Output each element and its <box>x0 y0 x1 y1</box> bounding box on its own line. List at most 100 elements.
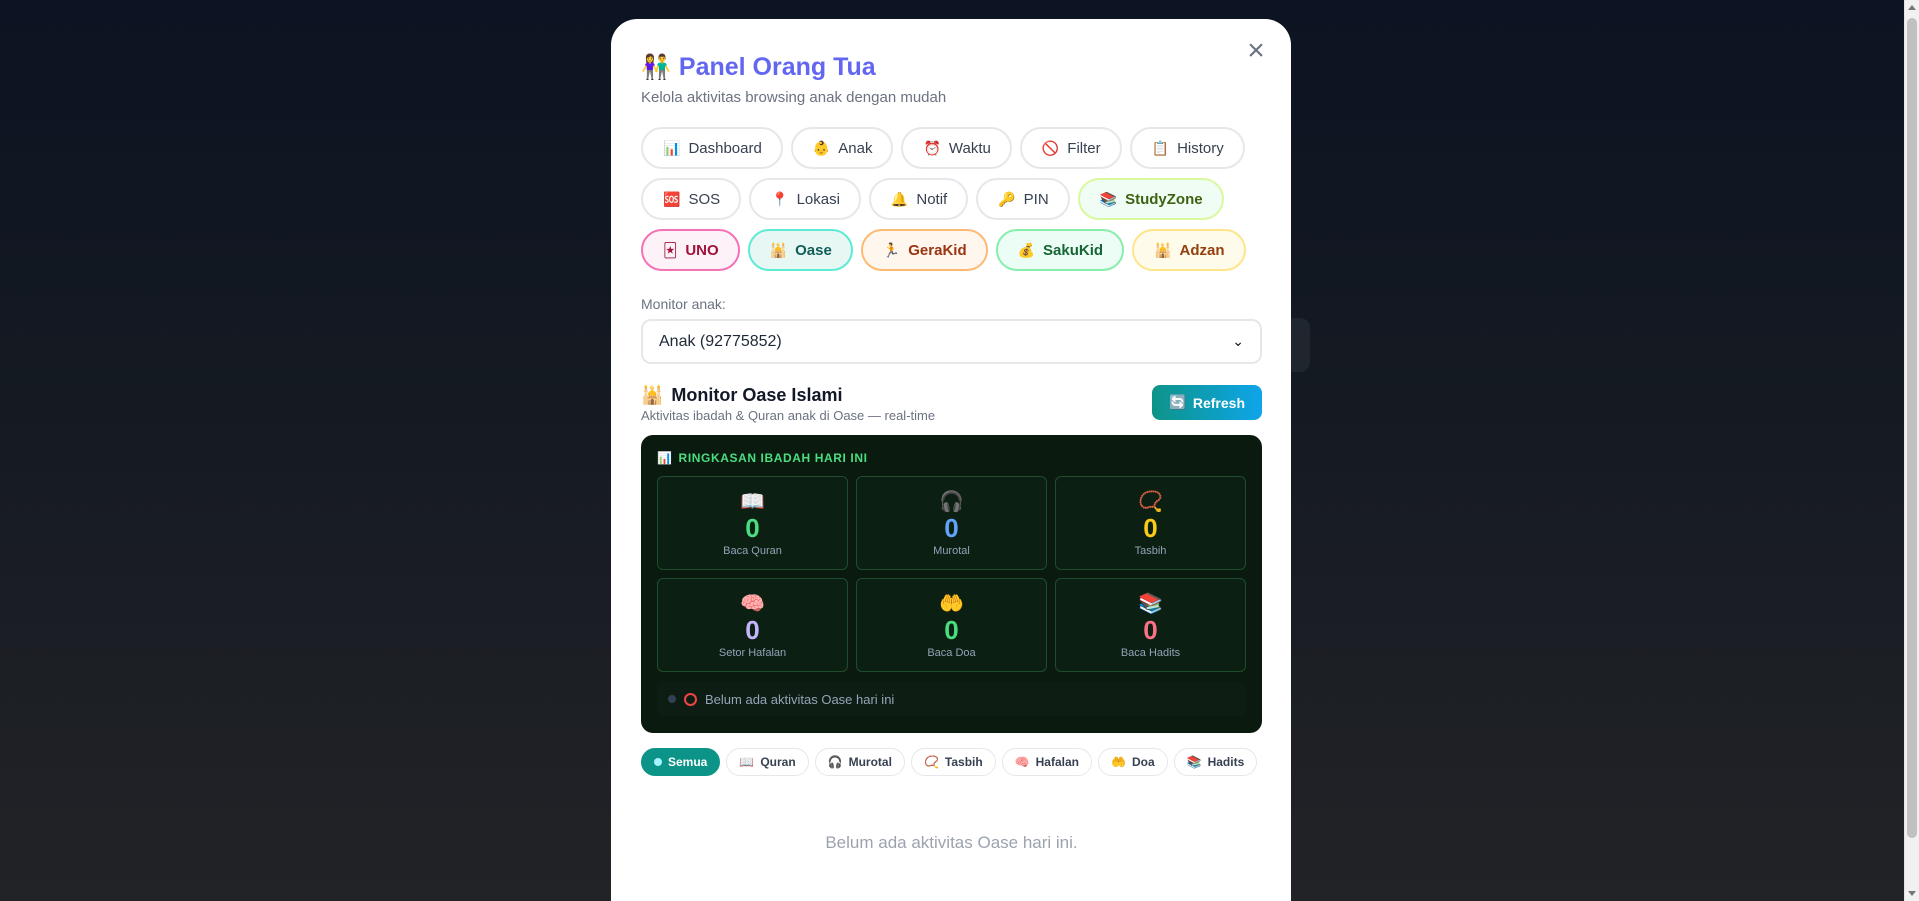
parent-panel-modal: × 👫 Panel Orang Tua Kelola aktivitas bro… <box>611 19 1291 901</box>
section-header: 🕌 Monitor Oase Islami Aktivitas ibadah &… <box>641 385 1262 423</box>
scrollbar-thumb[interactable] <box>1907 18 1917 838</box>
tab-pin[interactable]: 🔑 PIN <box>976 178 1070 220</box>
card-icon: 🃏 <box>663 241 678 258</box>
chart-icon: 📊 <box>657 451 673 465</box>
filter-label: Doa <box>1131 755 1155 769</box>
stat-label: Tasbih <box>1134 545 1167 557</box>
tab-label: SakuKid <box>1043 241 1104 259</box>
books-icon: 📚 <box>1138 593 1163 615</box>
tab-label: History <box>1177 139 1224 157</box>
tab-bar: 📊 Dashboard 👶 Anak ⏰ Waktu 🚫 Filter 📋 History… <box>641 127 1251 271</box>
stat-value: 0 <box>745 513 760 543</box>
backdrop-panel <box>1290 318 1310 372</box>
tab-label: Anak <box>838 139 873 157</box>
section-title-text: Monitor Oase Islami <box>671 385 843 405</box>
tab-history[interactable]: 📋 History <box>1129 127 1245 169</box>
bell-icon: 🔔 <box>890 190 909 207</box>
filter-doa[interactable]: 🤲 Doa <box>1098 748 1168 776</box>
chevron-down-icon: ⌄ <box>1232 333 1244 349</box>
open-book-icon: 📖 <box>739 755 755 769</box>
tab-notif[interactable]: 🔔 Notif <box>868 178 969 220</box>
close-icon[interactable]: × <box>1243 36 1269 66</box>
child-select-value: Anak (92775852) <box>659 332 782 350</box>
tab-studyzone[interactable]: 📚 StudyZone <box>1077 178 1224 220</box>
chart-icon: 📊 <box>663 139 681 156</box>
empty-circle-icon <box>684 692 697 706</box>
praying-hands-icon: 🤲 <box>1111 755 1126 769</box>
books-icon: 📚 <box>1099 190 1118 207</box>
tab-label: Notif <box>916 190 948 208</box>
stat-value: 0 <box>1143 513 1158 543</box>
brain-icon: 🧠 <box>1014 755 1030 769</box>
prayer-beads-icon: 📿 <box>923 755 939 769</box>
dot-icon <box>654 758 662 766</box>
tab-oase[interactable]: 🕌 Oase <box>747 229 853 271</box>
headphones-icon: 🎧 <box>939 491 964 513</box>
filter-tasbih[interactable]: 📿 Tasbih <box>910 748 996 776</box>
stat-label: Baca Quran <box>723 545 782 557</box>
filter-quran[interactable]: 📖 Quran <box>726 748 809 776</box>
filter-murotal[interactable]: 🎧 Murotal <box>814 748 905 776</box>
money-bag-icon: 💰 <box>1017 241 1036 258</box>
refresh-icon: 🔄 <box>1169 394 1187 410</box>
tab-label: Filter <box>1067 139 1101 157</box>
mosque-icon: 🕌 <box>769 241 788 258</box>
child-select[interactable]: Anak (92775852) ⌄ <box>641 319 1262 364</box>
mosque-icon: 🕌 <box>641 385 664 405</box>
summary-empty-state: Belum ada aktivitas Oase hari ini <box>657 682 1246 716</box>
tab-filter[interactable]: 🚫 Filter <box>1019 127 1122 169</box>
stat-baca-hadits: 📚 0 Baca Hadits <box>1055 578 1246 672</box>
stat-baca-quran: 📖 0 Baca Quran <box>657 476 848 570</box>
filter-hafalan[interactable]: 🧠 Hafalan <box>1001 748 1092 776</box>
worship-summary-card: 📊 RINGKASAN IBADAH HARI INI 📖 0 Baca Qur… <box>641 435 1262 733</box>
pin-icon: 📍 <box>771 190 789 207</box>
praying-hands-icon: 🤲 <box>939 593 964 615</box>
tab-sos[interactable]: 🆘 SOS <box>641 178 742 220</box>
tab-label: GeraKid <box>908 241 967 259</box>
stats-grid: 📖 0 Baca Quran 🎧 0 Murotal 📿 0 Tasbih 🧠 … <box>657 476 1246 672</box>
summary-title: 📊 RINGKASAN IBADAH HARI INI <box>657 451 1246 465</box>
scroll-up-icon[interactable] <box>1908 5 1916 10</box>
tab-label: Adzan <box>1179 241 1225 259</box>
tab-label: Dashboard <box>688 139 762 157</box>
filter-label: Quran <box>760 755 796 769</box>
tab-label: StudyZone <box>1125 190 1203 208</box>
filter-hadits[interactable]: 📚 Hadits <box>1173 748 1258 776</box>
tab-uno[interactable]: 🃏 UNO <box>641 229 740 271</box>
page-scrollbar[interactable] <box>1904 0 1919 901</box>
tab-gerakid[interactable]: 🏃 GeraKid <box>860 229 988 271</box>
filter-label: Murotal <box>848 755 892 769</box>
refresh-button[interactable]: 🔄 Refresh <box>1152 385 1262 420</box>
tab-dashboard[interactable]: 📊 Dashboard <box>641 127 783 169</box>
stat-tasbih: 📿 0 Tasbih <box>1055 476 1246 570</box>
tab-waktu[interactable]: ⏰ Waktu <box>901 127 1012 169</box>
tab-lokasi[interactable]: 📍 Lokasi <box>749 178 861 220</box>
stat-value: 0 <box>944 615 959 645</box>
activity-empty-message: Belum ada aktivitas Oase hari ini. <box>825 833 1078 852</box>
page-subtitle: Kelola aktivitas browsing anak dengan mu… <box>641 89 947 106</box>
baby-icon: 👶 <box>812 139 831 156</box>
tab-adzan[interactable]: 🕌 Adzan <box>1132 229 1246 271</box>
refresh-label: Refresh <box>1192 394 1245 411</box>
section-title: 🕌 Monitor Oase Islami <box>641 385 935 406</box>
prohibited-icon: 🚫 <box>1041 139 1060 156</box>
filter-label: Hafalan <box>1035 755 1079 769</box>
family-icon: 👫 <box>641 53 671 81</box>
clipboard-icon: 📋 <box>1151 139 1170 156</box>
tab-label: Oase <box>795 241 832 259</box>
tab-label: UNO <box>685 241 719 259</box>
stat-label: Murotal <box>933 545 970 557</box>
filter-semua[interactable]: Semua <box>641 748 721 776</box>
tab-sakukid[interactable]: 💰 SakuKid <box>995 229 1125 271</box>
section-subtitle: Aktivitas ibadah & Quran anak di Oase — … <box>641 408 936 423</box>
scroll-down-icon[interactable] <box>1908 891 1916 896</box>
status-dot-icon <box>668 695 676 703</box>
stat-baca-doa: 🤲 0 Baca Doa <box>856 578 1047 672</box>
mosque-icon: 🕌 <box>1154 241 1172 258</box>
tab-anak[interactable]: 👶 Anak <box>790 127 894 169</box>
filter-label: Hadits <box>1207 755 1245 769</box>
key-icon: 🔑 <box>998 190 1016 207</box>
sos-icon: 🆘 <box>663 190 681 207</box>
activity-filter-bar: Semua 📖 Quran 🎧 Murotal 📿 Tasbih 🧠 Hafalan 🤲… <box>641 748 1261 776</box>
panel-header: 👫 Panel Orang Tua <box>641 49 1261 85</box>
